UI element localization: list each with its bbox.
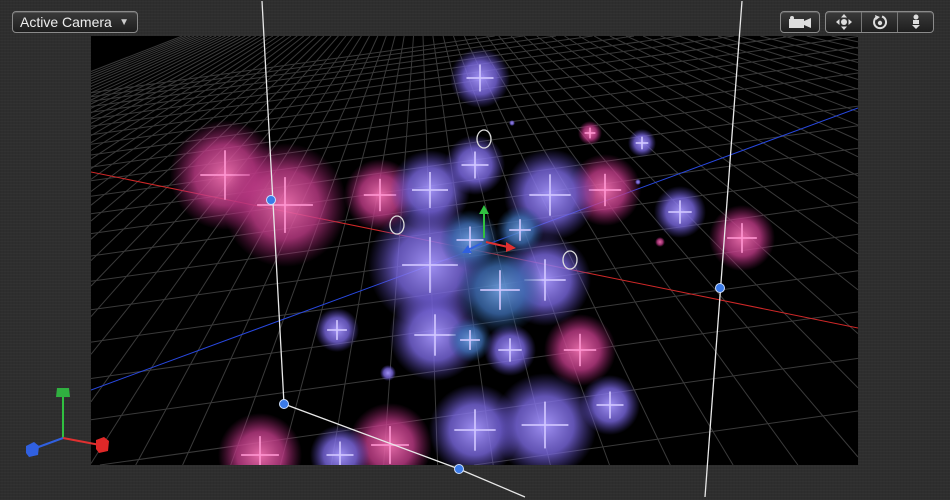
particle-pink bbox=[709, 205, 775, 271]
camera-navigation-tools bbox=[825, 11, 934, 33]
particle-pink bbox=[655, 237, 665, 247]
canvas-viewport[interactable] bbox=[0, 0, 950, 500]
particle-purple bbox=[310, 425, 370, 465]
bounding-handle[interactable] bbox=[266, 195, 276, 205]
particle-purple bbox=[450, 48, 510, 108]
particle-purple bbox=[493, 373, 597, 465]
pan-tool-button[interactable] bbox=[826, 12, 861, 32]
particle-purple bbox=[445, 135, 505, 195]
chevron-down-icon: ▼ bbox=[119, 17, 129, 28]
particle-purple bbox=[380, 365, 396, 381]
camera-menu-label: Active Camera bbox=[20, 14, 112, 30]
camera-menu[interactable]: Active Camera ▼ bbox=[12, 11, 138, 33]
y-axis-cube-icon bbox=[56, 388, 70, 397]
dolly-tool-button[interactable] bbox=[897, 12, 933, 32]
particle-blue bbox=[440, 210, 500, 270]
particle-pink bbox=[218, 413, 302, 465]
dolly-icon bbox=[911, 14, 920, 29]
video-camera-icon bbox=[789, 16, 811, 28]
camera-view-button[interactable] bbox=[780, 11, 820, 33]
bounding-handle[interactable] bbox=[454, 464, 464, 474]
orbit-tool-button[interactable] bbox=[861, 12, 897, 32]
particle-pink bbox=[223, 143, 347, 267]
particle-purple bbox=[635, 179, 641, 185]
bounding-handle[interactable] bbox=[279, 399, 289, 409]
particle-pink bbox=[578, 121, 602, 145]
particle-purple bbox=[628, 129, 656, 157]
bounding-handle[interactable] bbox=[715, 283, 725, 293]
particle-purple bbox=[315, 308, 359, 352]
particle-blue bbox=[448, 318, 492, 362]
z-axis-cube-icon bbox=[26, 442, 39, 457]
particle-purple bbox=[509, 120, 515, 126]
particle-purple bbox=[654, 186, 706, 238]
move-arrows-icon bbox=[835, 14, 852, 30]
orbit-icon bbox=[872, 15, 887, 30]
